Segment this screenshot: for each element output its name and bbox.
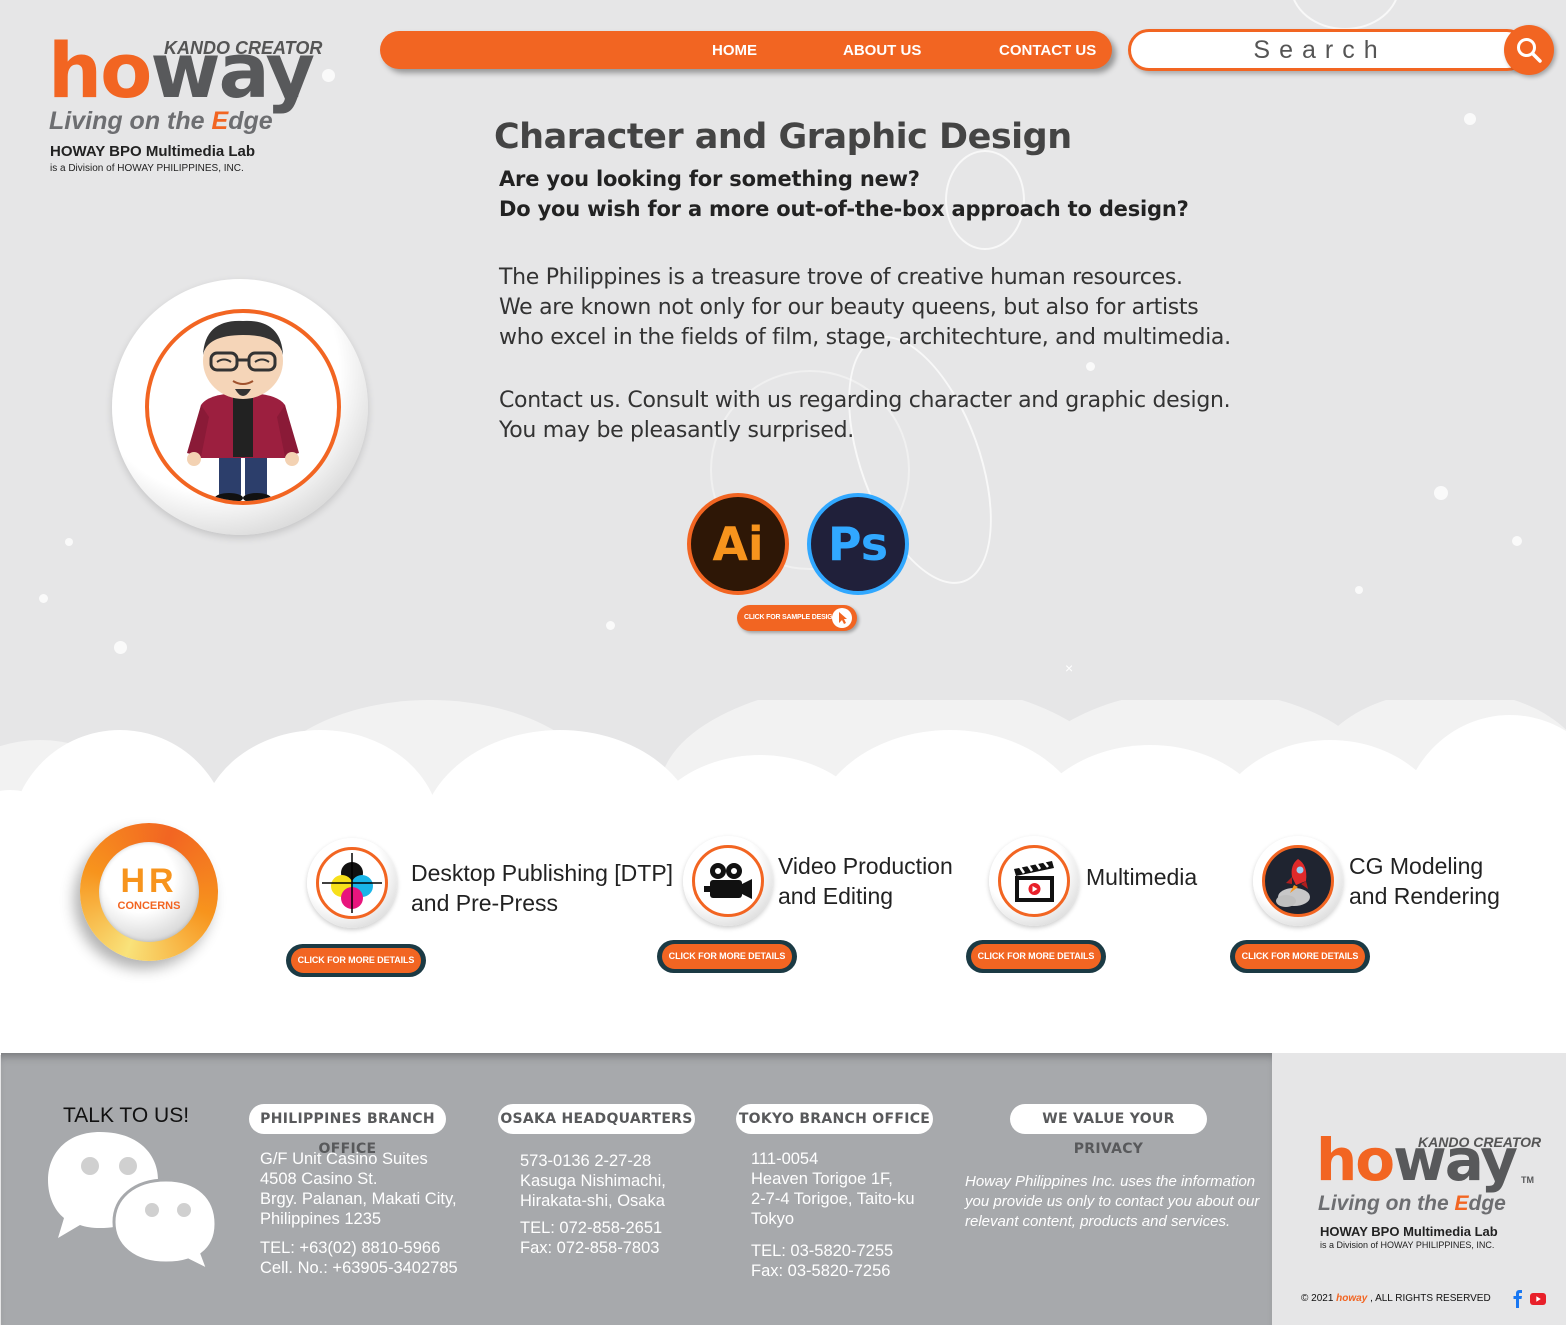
logo-lab-name: HOWAY BPO Multimedia Lab xyxy=(50,143,256,160)
service-multimedia-more-button[interactable]: CLICK FOR MORE DETAILS xyxy=(966,940,1106,973)
footer-tokyo-address: Heaven Torigoe 1F, xyxy=(751,1170,893,1188)
footer-tokyo-address: 111-0054 xyxy=(751,1150,819,1168)
nav-contact-us[interactable]: CONTACT US xyxy=(999,42,1096,59)
paragraph-line: You may be pleasantly surprised. xyxy=(499,418,854,443)
paragraph-line: who excel in the fields of film, stage, … xyxy=(499,325,1231,350)
paragraph-line: The Philippines is a treasure trove of c… xyxy=(499,265,1183,290)
footer-osaka-address: Hirakata-shi, Osaka xyxy=(520,1192,665,1210)
sample-design-label: CLICK FOR SAMPLE DESIGN xyxy=(744,614,838,621)
footer-osaka-phone[interactable]: TEL: 072-858-2651 xyxy=(520,1219,662,1238)
footer-tokyo-address: 2-7-4 Torigoe, Taito-ku xyxy=(751,1190,915,1208)
close-icon[interactable]: × xyxy=(1065,660,1073,676)
hr-badge-title: HR xyxy=(120,862,178,900)
chat-bubbles-icon[interactable] xyxy=(48,1130,220,1270)
footer-osaka-address: 573-0136 2-27-28 xyxy=(520,1152,652,1170)
service-dtp-label: Desktop Publishing [DTP] and Pre-Press xyxy=(411,860,674,916)
footer-osaka-heading: OSAKA HEADQUARTERS xyxy=(498,1104,695,1134)
clapperboard-icon xyxy=(998,845,1070,917)
logo-trademark: TM xyxy=(283,88,299,100)
footer-ph-address: G/F Unit Casino Suites xyxy=(260,1150,428,1168)
footer-ph-phone[interactable]: TEL: +63(02) 8810-5966 xyxy=(260,1239,440,1258)
facebook-icon[interactable] xyxy=(1513,1290,1523,1308)
footer-logo-slogan: Living on the Edge xyxy=(1318,1192,1506,1215)
search-button[interactable] xyxy=(1504,25,1554,75)
rocket-icon xyxy=(1262,845,1334,917)
talk-to-us-heading: TALK TO US! xyxy=(63,1104,190,1127)
copyright: © 2021 howay , ALL RIGHTS RESERVED xyxy=(1301,1293,1491,1304)
intro-question-2: Do you wish for a more out-of-the-box ap… xyxy=(499,197,1189,221)
service-dtp-icon-frame xyxy=(307,838,397,928)
paragraph-line: Contact us. Consult with us regarding ch… xyxy=(499,388,1231,413)
footer-logo-wordmark: howay xyxy=(1316,1126,1518,1194)
search-icon xyxy=(1517,38,1542,63)
nav-home[interactable]: HOME xyxy=(712,42,757,59)
footer-logo-lab-name: HOWAY BPO Multimedia Lab xyxy=(1320,1224,1498,1239)
footer-logo-division: is a Division of HOWAY PHILIPPINES, INC. xyxy=(1320,1240,1495,1250)
cmyk-icon xyxy=(316,847,388,919)
footer-tokyo-address: Tokyo xyxy=(751,1210,795,1228)
paragraph-line: We are known not only for our beauty que… xyxy=(499,295,1199,320)
footer-osaka-address: Kasuga Nishimachi, xyxy=(520,1172,666,1190)
logo-wordmark: howay xyxy=(48,26,315,115)
nav-about-us[interactable]: ABOUT US xyxy=(843,42,921,59)
logo-division: is a Division of HOWAY PHILIPPINES, INC. xyxy=(50,163,244,174)
illustrator-icon: Ai xyxy=(687,493,789,595)
footer-tokyo-fax: Fax: 03-5820-7256 xyxy=(751,1262,891,1280)
sample-design-button[interactable]: CLICK FOR SAMPLE DESIGN xyxy=(737,605,857,631)
footer-ph-address: 4508 Casino St. xyxy=(260,1170,378,1188)
footer-osaka-fax: Fax: 072-858-7803 xyxy=(520,1239,660,1257)
service-multimedia-icon-frame xyxy=(989,836,1079,926)
footer-ph-heading: PHILIPPINES BRANCH OFFICE xyxy=(249,1104,446,1157)
service-cg-label: CG Modeling and Rendering xyxy=(1349,853,1500,909)
service-cg-more-button[interactable]: CLICK FOR MORE DETAILS xyxy=(1230,940,1370,973)
logo-slogan: Living on the Edge xyxy=(49,107,273,135)
video-camera-icon xyxy=(692,845,764,917)
hr-badge-subtitle: CONCERNS xyxy=(117,900,181,912)
footer-ph-address: Philippines 1235 xyxy=(260,1210,382,1228)
footer-ph-cell[interactable]: Cell. No.: +63905-3402785 xyxy=(260,1259,458,1278)
footer-logo-trademark: TM xyxy=(1521,1175,1534,1185)
search-box xyxy=(1128,29,1528,71)
service-video-icon-frame xyxy=(683,836,773,926)
footer-ph-address: Brgy. Palanan, Makati City, xyxy=(260,1190,457,1208)
service-video-more-button[interactable]: CLICK FOR MORE DETAILS xyxy=(657,940,797,973)
avatar xyxy=(145,309,341,505)
intro-question-1: Are you looking for something new? xyxy=(499,167,920,191)
youtube-icon[interactable] xyxy=(1530,1293,1546,1305)
service-dtp-more-button[interactable]: CLICK FOR MORE DETAILS xyxy=(286,944,426,977)
footer-tokyo-heading: TOKYO BRANCH OFFICE xyxy=(736,1104,933,1134)
footer-tokyo-phone[interactable]: TEL: 03-5820-7255 xyxy=(751,1242,893,1261)
footer-privacy-heading: WE VALUE YOUR PRIVACY xyxy=(1010,1104,1207,1157)
search-input[interactable] xyxy=(1155,36,1485,64)
main-nav: HOME ABOUT US CONTACT US xyxy=(380,31,1112,69)
cursor-icon xyxy=(832,608,852,628)
service-cg-icon-frame xyxy=(1253,836,1343,926)
character-illustration xyxy=(187,320,299,501)
photoshop-icon: Ps xyxy=(807,493,909,595)
service-video-label: Video Production and Editing xyxy=(778,853,953,909)
page-title: Character and Graphic Design xyxy=(494,117,1072,157)
copyright-brand: howay xyxy=(1336,1293,1368,1304)
footer-privacy-text: Howay Philippines Inc. uses the informat… xyxy=(965,1173,1260,1230)
service-multimedia-label: Multimedia xyxy=(1086,864,1198,890)
